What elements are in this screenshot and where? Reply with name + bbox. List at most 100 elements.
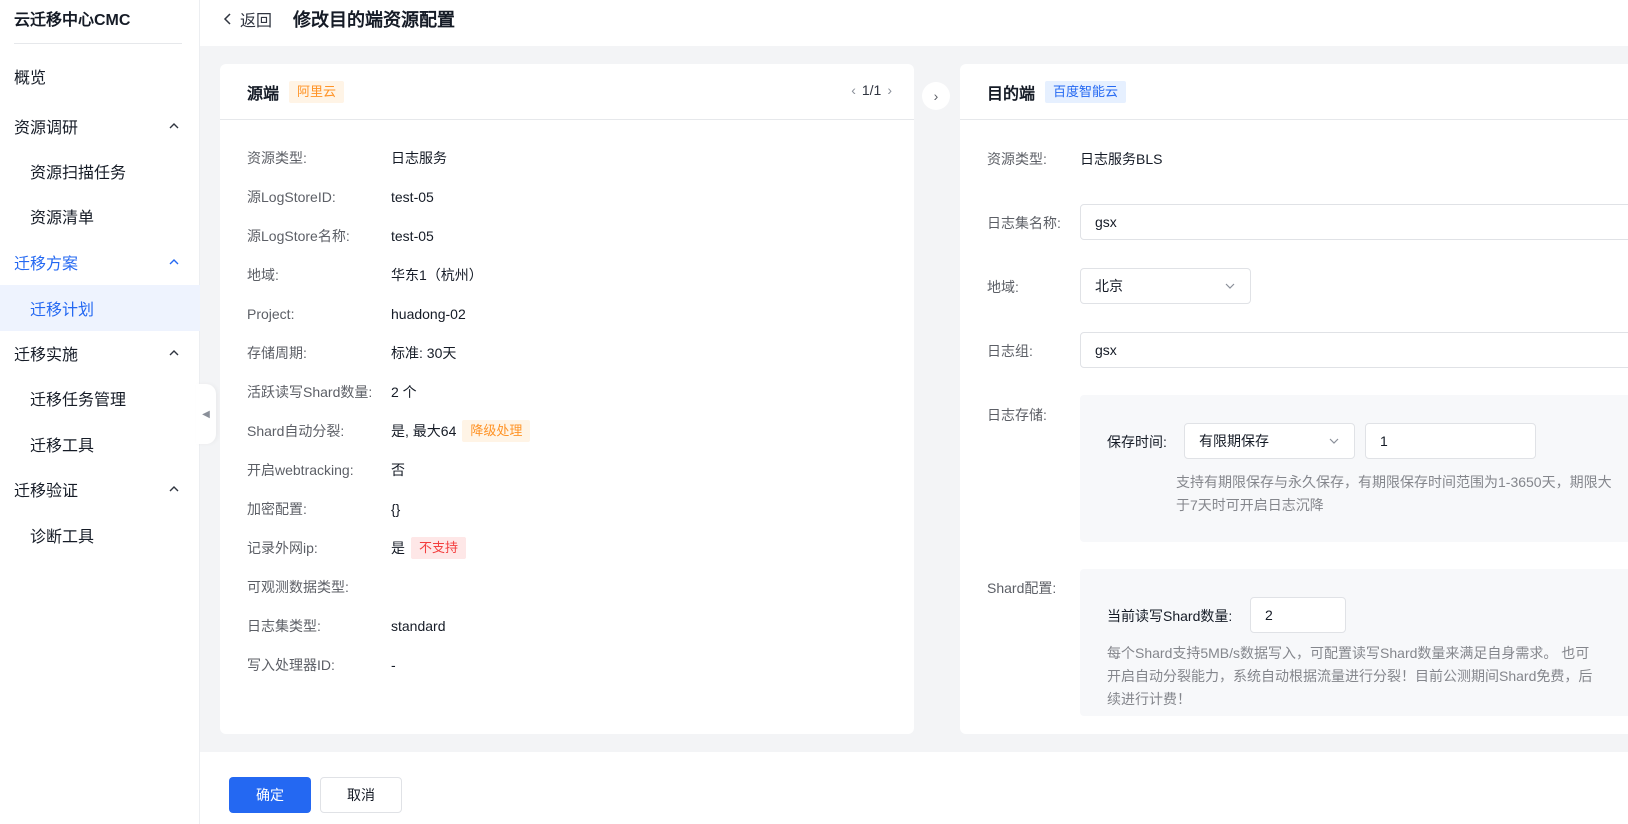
row-value: 否 <box>391 462 405 478</box>
row-label: 资源类型: <box>247 150 307 166</box>
target-provider-tag: 百度智能云 <box>1045 80 1127 103</box>
pager-next-icon[interactable]: › <box>887 82 892 98</box>
row-value: huadong-02 <box>391 306 466 322</box>
sidebar-item-label: 迁移计划 <box>30 302 95 319</box>
expand-toggle-button[interactable]: › <box>922 82 950 110</box>
page-title: 修改目的端资源配置 <box>293 10 455 30</box>
shard-config-label: Shard配置: <box>987 580 1057 596</box>
row-value: standard <box>391 618 446 634</box>
sidebar-item-migration-task-management[interactable]: 迁移任务管理 <box>0 376 200 420</box>
row-label: 记录外网ip: <box>247 540 318 556</box>
sidebar-item-label: 迁移验证 <box>14 483 79 500</box>
sidebar-item-label: 迁移工具 <box>30 438 95 455</box>
retention-days-input[interactable]: 1 <box>1365 423 1536 459</box>
row-value: test-05 <box>391 228 434 244</box>
source-pager: ‹ 1/1 › <box>851 82 892 98</box>
loggroup-input[interactable]: gsx <box>1080 332 1628 368</box>
row-value: 日志服务 <box>391 150 447 166</box>
resource-type-label: 资源类型: <box>987 151 1047 167</box>
row-value: 华东1（杭州） <box>391 267 483 283</box>
source-row-record-public-ip: 记录外网ip: 是 不支持 <box>247 537 467 559</box>
row-label: 开启webtracking: <box>247 462 354 478</box>
source-row-logstore-id: 源LogStoreID: test-05 <box>247 186 434 208</box>
log-storage-box: 保存时间: 有限期保存 1 支持有期限保存与永久保存，有期限保存时间范围为1-3… <box>1080 395 1628 542</box>
target-panel: 目的端 百度智能云 资源类型: 日志服务BLS 日志集名称: gsx 地域: 北… <box>960 64 1628 734</box>
sidebar-item-migration-schedule[interactable]: 迁移计划 <box>0 285 200 331</box>
source-row-processor-id: 写入处理器ID: - <box>247 654 396 676</box>
row-label: Project: <box>247 306 295 322</box>
sidebar-item-resource-list[interactable]: 资源清单 <box>0 194 200 238</box>
back-label: 返回 <box>240 13 273 30</box>
pager-prev-icon[interactable]: ‹ <box>851 82 856 98</box>
chevron-down-icon <box>1329 438 1339 444</box>
row-value: 2 个 <box>391 384 417 400</box>
source-row-shard-autosplit: Shard自动分裂: 是, 最大64 降级处理 <box>247 420 531 442</box>
row-label: 存储周期: <box>247 345 307 361</box>
sidebar-item-label: 资源清单 <box>30 210 95 227</box>
logset-name-label: 日志集名称: <box>987 215 1061 231</box>
logset-name-input[interactable]: gsx <box>1080 204 1628 240</box>
sidebar-group-migration-implementation[interactable]: 迁移实施 <box>0 331 200 375</box>
retention-mode-select[interactable]: 有限期保存 <box>1184 423 1355 459</box>
target-title: 目的端 <box>987 85 1036 103</box>
shard-count-input[interactable]: 2 <box>1250 597 1346 633</box>
sidebar-group-resource-research[interactable]: 资源调研 <box>0 104 200 148</box>
source-panel-header: 源端 阿里云 ‹ 1/1 › <box>220 64 914 120</box>
source-row-region: 地域: 华东1（杭州） <box>247 264 483 286</box>
loggroup-label: 日志组: <box>987 343 1033 359</box>
source-row-logset-type: 日志集类型: standard <box>247 615 445 637</box>
retention-hint: 支持有期限保存与永久保存，有期限保存时间范围为1-3650天，期限大于7天时可开… <box>1176 474 1612 513</box>
downgrade-tag: 降级处理 <box>462 420 531 442</box>
shard-count-label: 当前读写Shard数量: <box>1107 608 1233 624</box>
row-label: Shard自动分裂: <box>247 423 345 439</box>
row-value: - <box>391 657 396 673</box>
source-row-encryption: 加密配置: {} <box>247 498 400 520</box>
pager-text: 1/1 <box>861 82 882 98</box>
chevron-right-icon: › <box>933 88 939 104</box>
sidebar-item-migration-tools[interactable]: 迁移工具 <box>0 422 200 466</box>
sidebar-item-diagnostic-tools[interactable]: 诊断工具 <box>0 513 200 557</box>
unsupported-tag: 不支持 <box>411 537 467 559</box>
row-label: 源LogStoreID: <box>247 189 336 205</box>
sidebar-item-label: 迁移实施 <box>14 347 79 364</box>
sidebar-item-label: 概览 <box>14 70 47 87</box>
source-row-observable-data-type: 可观测数据类型: <box>247 576 391 598</box>
sidebar-item-label: 迁移方案 <box>14 256 79 273</box>
sidebar-group-migration-plan[interactable]: 迁移方案 <box>0 240 200 284</box>
source-panel: 源端 阿里云 ‹ 1/1 › 资源类型: 日志服务 源LogStoreID: t… <box>220 64 914 734</box>
source-row-webtracking: 开启webtracking: 否 <box>247 459 405 481</box>
row-value: 是 <box>391 540 405 556</box>
row-label: 源LogStore名称: <box>247 228 350 244</box>
shard-hint: 每个Shard支持5MB/s数据写入，可配置读写Shard数量来满足自身需求。 … <box>1107 645 1593 707</box>
chevron-down-icon <box>1225 283 1235 289</box>
select-value: 北京 <box>1095 278 1123 294</box>
source-row-resource-type: 资源类型: 日志服务 <box>247 147 447 169</box>
sidebar-item-label: 资源扫描任务 <box>30 165 127 182</box>
back-button[interactable]: 返回 <box>222 7 272 31</box>
sidebar-collapse-handle[interactable]: ◀ <box>196 384 216 444</box>
row-label: 加密配置: <box>247 501 307 517</box>
source-row-storage-period: 存储周期: 标准: 30天 <box>247 342 456 364</box>
caret-left-icon: ◀ <box>202 408 210 420</box>
source-row-logstore-name: 源LogStore名称: test-05 <box>247 225 434 247</box>
region-select[interactable]: 北京 <box>1080 268 1251 304</box>
row-value: test-05 <box>391 189 434 205</box>
resource-type-value: 日志服务BLS <box>1080 151 1163 167</box>
row-label: 地域: <box>247 267 279 283</box>
chevron-up-icon <box>169 350 179 356</box>
row-label: 日志集类型: <box>247 618 321 634</box>
cancel-button[interactable]: 取消 <box>320 777 402 813</box>
divider <box>14 43 182 44</box>
sidebar-item-scan-tasks[interactable]: 资源扫描任务 <box>0 149 200 193</box>
sidebar-group-migration-verification[interactable]: 迁移验证 <box>0 467 200 511</box>
shard-config-box: 当前读写Shard数量: 2 每个Shard支持5MB/s数据写入，可配置读写S… <box>1080 569 1628 716</box>
source-row-active-shards: 活跃读写Shard数量: 2 个 <box>247 381 417 403</box>
input-value: gsx <box>1095 214 1117 230</box>
confirm-button[interactable]: 确定 <box>229 777 311 813</box>
chevron-up-icon <box>169 123 179 129</box>
source-provider-tag: 阿里云 <box>289 80 345 103</box>
source-row-project: Project: huadong-02 <box>247 303 466 325</box>
sidebar-item-overview[interactable]: 概览 <box>0 54 200 98</box>
chevron-left-icon <box>223 13 231 25</box>
page-header: 返回 修改目的端资源配置 <box>200 0 1628 46</box>
